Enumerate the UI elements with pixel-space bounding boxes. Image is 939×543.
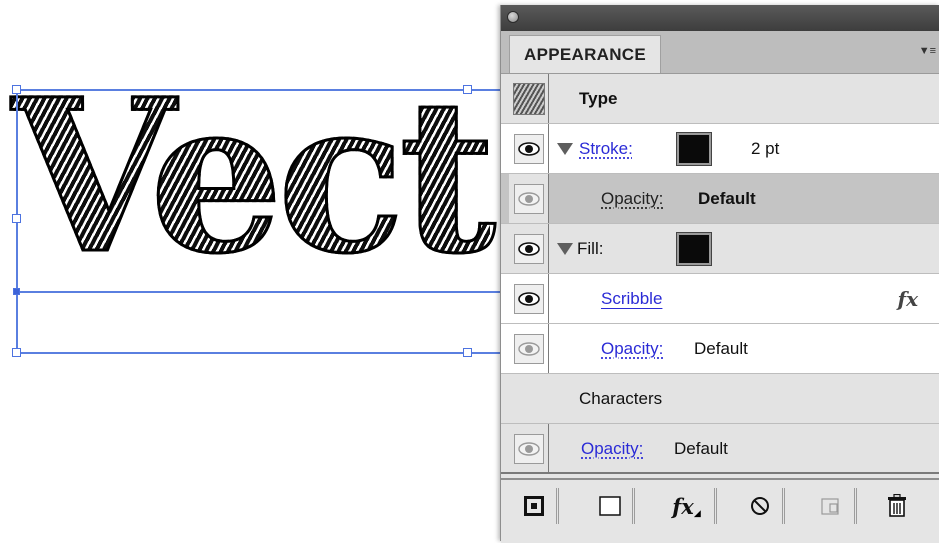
characters-opacity-value: Default (674, 438, 728, 458)
add-new-stroke-button[interactable] (511, 488, 559, 524)
row-type[interactable]: Type (501, 74, 939, 124)
panel-bottom-toolbar: fx ◢ (501, 478, 939, 543)
scribble-thumbnail-icon (512, 82, 545, 115)
characters-label: Characters (579, 388, 663, 408)
fill-opacity-value: Default (694, 338, 748, 358)
bbox-handle-middle-left[interactable] (12, 214, 21, 223)
stroke-label[interactable]: Stroke: (579, 124, 633, 173)
panel-titlebar[interactable] (501, 5, 939, 31)
trash-icon (888, 494, 906, 517)
row-characters-opacity[interactable]: Opacity: Default (501, 424, 939, 474)
bbox-handle-bottom-middle[interactable] (463, 348, 472, 357)
tab-appearance[interactable]: APPEARANCE (509, 35, 662, 73)
bbox-handle-top-middle[interactable] (463, 85, 472, 94)
stroke-link[interactable]: Stroke: (579, 139, 633, 159)
fill-opacity-visibility-cell[interactable] (509, 324, 549, 373)
stroke-opacity-label[interactable]: Opacity: (601, 174, 663, 223)
bbox-handle-bottom-left[interactable] (12, 348, 21, 357)
characters-opacity-link[interactable]: Opacity: (581, 439, 643, 459)
scribble-effect-link[interactable]: Scribble (601, 289, 662, 309)
delete-item-button[interactable] (873, 488, 921, 524)
eye-icon[interactable] (513, 233, 544, 264)
clear-appearance-button[interactable] (737, 488, 785, 524)
eye-icon[interactable] (513, 133, 544, 164)
fill-color-swatch[interactable] (676, 232, 712, 266)
text-baseline (16, 291, 500, 293)
add-new-fill-button[interactable] (587, 488, 635, 524)
row-stroke-opacity[interactable]: Opacity: Default (501, 174, 939, 224)
appearance-panel: APPEARANCE ▼≡ Type Stroke: 2 pt Opacity:… (500, 5, 939, 543)
fx-icon: fx (897, 286, 918, 311)
add-new-fill-icon (598, 496, 621, 516)
row-fill-opacity[interactable]: Opacity: Default (501, 324, 939, 374)
panel-tab-strip: APPEARANCE ▼≡ (501, 31, 939, 74)
row-characters[interactable]: Characters (501, 374, 939, 424)
type-label: Type (579, 88, 618, 108)
bounding-box-bottom (16, 352, 500, 354)
bbox-handle-top-left[interactable] (12, 85, 21, 94)
characters-opacity-label[interactable]: Opacity: (581, 424, 643, 473)
fx-icon: fx (672, 493, 694, 519)
fill-disclosure-triangle-icon[interactable] (557, 243, 573, 255)
stroke-color-swatch[interactable] (676, 132, 712, 166)
dropdown-corner-icon: ◢ (693, 507, 701, 518)
eye-icon-dimmed[interactable] (513, 433, 544, 464)
eye-icon-dimmed[interactable] (513, 183, 544, 214)
fill-opacity-link[interactable]: Opacity: (601, 339, 663, 359)
panel-menu-icon[interactable]: ▼≡ (919, 45, 936, 57)
stroke-opacity-value: Default (698, 188, 756, 208)
close-icon[interactable] (507, 11, 519, 23)
scribble-label[interactable]: Scribble (601, 274, 662, 323)
row-stroke[interactable]: Stroke: 2 pt (501, 124, 939, 174)
characters-opacity-visibility-cell[interactable] (509, 424, 549, 473)
add-new-stroke-icon (523, 496, 544, 516)
row-scribble-effect[interactable]: Scribble fx (501, 274, 939, 324)
fill-opacity-label[interactable]: Opacity: (601, 324, 663, 373)
appearance-attribute-list: Type Stroke: 2 pt Opacity: Default Fill:… (501, 74, 939, 474)
stroke-opacity-link[interactable]: Opacity: (601, 189, 663, 209)
row-fill[interactable]: Fill: (501, 224, 939, 274)
stroke-visibility-cell[interactable] (509, 124, 549, 173)
scribbled-text-object[interactable]: Vect (10, 70, 497, 283)
eye-icon[interactable] (513, 283, 544, 314)
baseline-anchor[interactable] (13, 288, 20, 295)
scribble-visibility-cell[interactable] (509, 274, 549, 323)
fill-label[interactable]: Fill: (577, 224, 603, 273)
eye-icon-dimmed[interactable] (513, 333, 544, 364)
fill-visibility-cell[interactable] (509, 224, 549, 273)
type-thumbnail-cell (509, 74, 549, 123)
clear-appearance-icon (750, 497, 769, 515)
stroke-weight-value[interactable]: 2 pt (751, 124, 779, 173)
add-new-effect-button[interactable]: fx ◢ (659, 488, 717, 524)
stroke-disclosure-triangle-icon[interactable] (557, 143, 573, 155)
stroke-opacity-visibility-cell[interactable] (509, 174, 549, 223)
duplicate-item-icon (820, 498, 839, 515)
duplicate-item-button[interactable] (809, 488, 857, 524)
bounding-box-top (16, 89, 500, 91)
